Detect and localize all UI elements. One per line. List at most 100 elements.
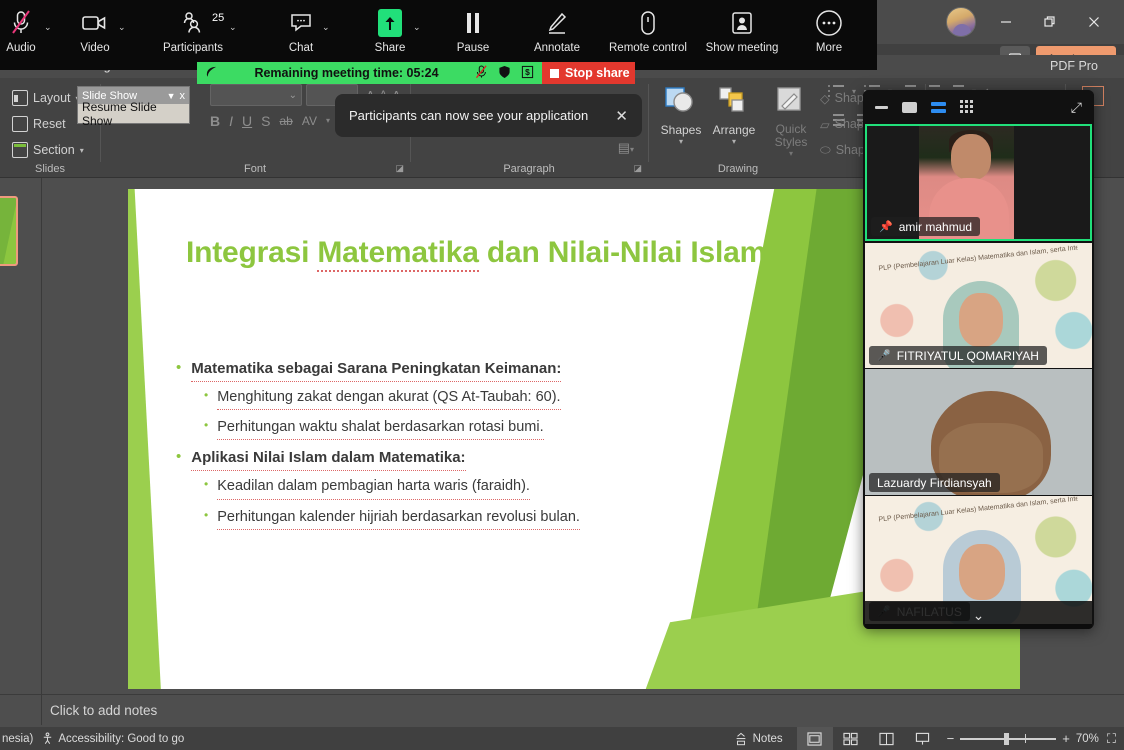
reset-button[interactable]: Reset	[12, 112, 66, 136]
minimize-icon[interactable]	[875, 106, 888, 109]
share-toast: Participants can now see your applicatio…	[335, 94, 642, 137]
reset-icon	[12, 116, 28, 132]
meeting-annotate-button[interactable]: Annotate	[514, 4, 600, 66]
quick-styles-button[interactable]: Quick Styles ▾	[766, 86, 816, 158]
bullet-level2: • Perhitungan waktu shalat berdasarkan r…	[204, 416, 816, 440]
normal-view-icon[interactable]	[797, 727, 833, 750]
chevron-down-icon[interactable]: ⌄	[413, 22, 421, 33]
close-icon[interactable]	[1072, 6, 1116, 38]
plus-icon[interactable]: +	[1062, 731, 1070, 746]
bullet-level2: • Menghitung zakat dengan akurat (QS At-…	[204, 386, 816, 410]
speaker-view-icon[interactable]	[931, 102, 946, 113]
notes-toggle[interactable]: Notes	[734, 732, 783, 746]
video-tile-fitriyatul[interactable]: PLP (Pembelajaran Luar Kelas) Matematika…	[865, 243, 1092, 368]
convert-smartart-icon[interactable]: ▤▾	[618, 140, 634, 156]
chevron-down-icon[interactable]: ⌄	[229, 22, 237, 33]
dollar-box-icon[interactable]: $	[521, 65, 534, 82]
bullet-text: Perhitungan kalender hijriah berdasarkan…	[217, 506, 580, 530]
restore-icon[interactable]	[1028, 6, 1072, 38]
close-icon[interactable]: ✕	[615, 107, 628, 125]
section-button[interactable]: Section ▾	[12, 138, 84, 162]
zoom-track[interactable]	[960, 738, 1056, 740]
dialog-launcher-icon[interactable]: ◪	[633, 163, 642, 174]
gallery-view-icon[interactable]	[960, 100, 975, 114]
language-label[interactable]: nesia)	[2, 733, 33, 745]
meeting-participants-label: Participants	[163, 42, 223, 54]
stop-square-icon	[550, 69, 559, 78]
accessibility-icon	[41, 732, 54, 745]
slide-show-icon[interactable]	[905, 727, 941, 750]
slide-title[interactable]: Integrasi Matematika dan Nilai-Nilai Isl…	[186, 234, 786, 272]
meeting-video-button[interactable]: Video ⌄	[52, 4, 138, 66]
stop-share-button[interactable]: Stop share	[542, 62, 635, 84]
status-bar: nesia) Accessibility: Good to go	[0, 727, 1124, 750]
meeting-time-banner[interactable]: Remaining meeting time: 05:24 $	[197, 62, 542, 84]
meeting-participants-button[interactable]: Participants 25 ⌄	[150, 4, 236, 66]
avatar[interactable]	[946, 7, 976, 37]
layout-button[interactable]: Layout ▾	[12, 86, 80, 110]
slide-sorter-icon[interactable]	[833, 727, 869, 750]
font-family-combo[interactable]: ⌄	[210, 84, 302, 106]
slide-thumbnail-1[interactable]	[0, 196, 18, 266]
meeting-more-label: More	[816, 42, 842, 54]
participant-name-badge: 📌 amir mahmud	[871, 217, 980, 236]
tab-pdf-pro[interactable]: PDF Pro	[1040, 55, 1108, 78]
meeting-share-button[interactable]: Share ⌄	[347, 4, 433, 66]
reading-view-icon[interactable]	[869, 727, 905, 750]
bullet-text: Keadilan dalam pembagian harta waris (fa…	[217, 475, 530, 499]
chevron-down-icon[interactable]: ⌄	[322, 22, 330, 33]
slide-body[interactable]: • Matematika sebagai Sarana Peningkatan …	[176, 357, 816, 536]
strikethrough-button[interactable]: ab	[279, 114, 292, 128]
shield-icon[interactable]	[498, 65, 511, 82]
slideshow-popup[interactable]: Slide Show ▼ x Resume Slide Show	[77, 86, 190, 124]
video-tile-lazuardy[interactable]: Lazuardy Firdiansyah	[865, 369, 1092, 495]
bullet-marker: •	[204, 475, 208, 494]
camera-icon	[81, 4, 109, 42]
meeting-chat-button[interactable]: Chat ⌄	[258, 4, 344, 66]
minimize-window-icon[interactable]	[902, 102, 917, 113]
slide-title-part-1: Integrasi	[186, 236, 317, 269]
expand-icon[interactable]: ⤢	[1071, 99, 1082, 116]
meeting-show-meeting-button[interactable]: Show meeting	[699, 4, 785, 66]
stop-share-label: Stop share	[565, 66, 630, 80]
bullet-text: Menghitung zakat dengan akurat (QS At-Ta…	[217, 386, 560, 410]
participant-name-badge: 🎤 FITRIYATUL QOMARIYAH	[869, 346, 1047, 365]
fit-to-window-icon[interactable]: ⛶	[1107, 731, 1116, 747]
microphone-muted-icon[interactable]	[475, 65, 488, 82]
filmstrip-scroll-down-button[interactable]: ⌄	[865, 601, 1092, 629]
share-toast-message: Participants can now see your applicatio…	[349, 108, 605, 123]
arrange-button[interactable]: Arrange ▾	[710, 86, 758, 146]
meeting-remote-control-button[interactable]: Remote control	[605, 4, 691, 66]
shadow-button[interactable]: S	[261, 113, 270, 129]
resume-slide-show-button[interactable]: Resume Slide Show	[78, 104, 189, 123]
notes-placeholder: Click to add notes	[50, 703, 157, 718]
zoom-knob[interactable]	[1004, 733, 1009, 745]
participant-name: amir mahmud	[899, 220, 972, 234]
bullet-marker: •	[176, 446, 181, 469]
section-label: Section	[33, 143, 75, 157]
arrange-icon	[717, 86, 751, 118]
meeting-remote-control-label: Remote control	[609, 42, 687, 54]
quick-styles-icon	[774, 86, 808, 118]
video-tile-amir[interactable]: 📌 amir mahmud	[865, 124, 1092, 241]
notes-label: Notes	[753, 733, 783, 745]
divider	[41, 683, 42, 725]
zoom-slider[interactable]: − +	[947, 731, 1070, 746]
bold-button[interactable]: B	[210, 113, 220, 129]
minimize-icon[interactable]	[984, 6, 1028, 38]
notes-pane[interactable]: Click to add notes	[0, 694, 1124, 727]
participant-name: FITRIYATUL QOMARIYAH	[897, 349, 1039, 363]
italic-button[interactable]: I	[229, 113, 233, 129]
chevron-down-icon[interactable]: ⌄	[118, 22, 126, 33]
participant-name: Lazuardy Firdiansyah	[877, 476, 992, 490]
dialog-launcher-icon[interactable]: ◪	[395, 163, 404, 174]
meeting-pause-button[interactable]: Pause	[430, 4, 516, 66]
pin-icon: 📌	[879, 220, 893, 233]
character-spacing-button[interactable]: AV	[302, 114, 317, 128]
underline-button[interactable]: U	[242, 113, 252, 129]
minus-icon[interactable]: −	[947, 731, 955, 746]
meeting-more-button[interactable]: More	[786, 4, 872, 66]
accessibility-status[interactable]: Accessibility: Good to go	[41, 732, 184, 745]
shapes-button[interactable]: Shapes ▾	[658, 86, 704, 146]
chevron-down-icon[interactable]: ⌄	[44, 22, 52, 33]
